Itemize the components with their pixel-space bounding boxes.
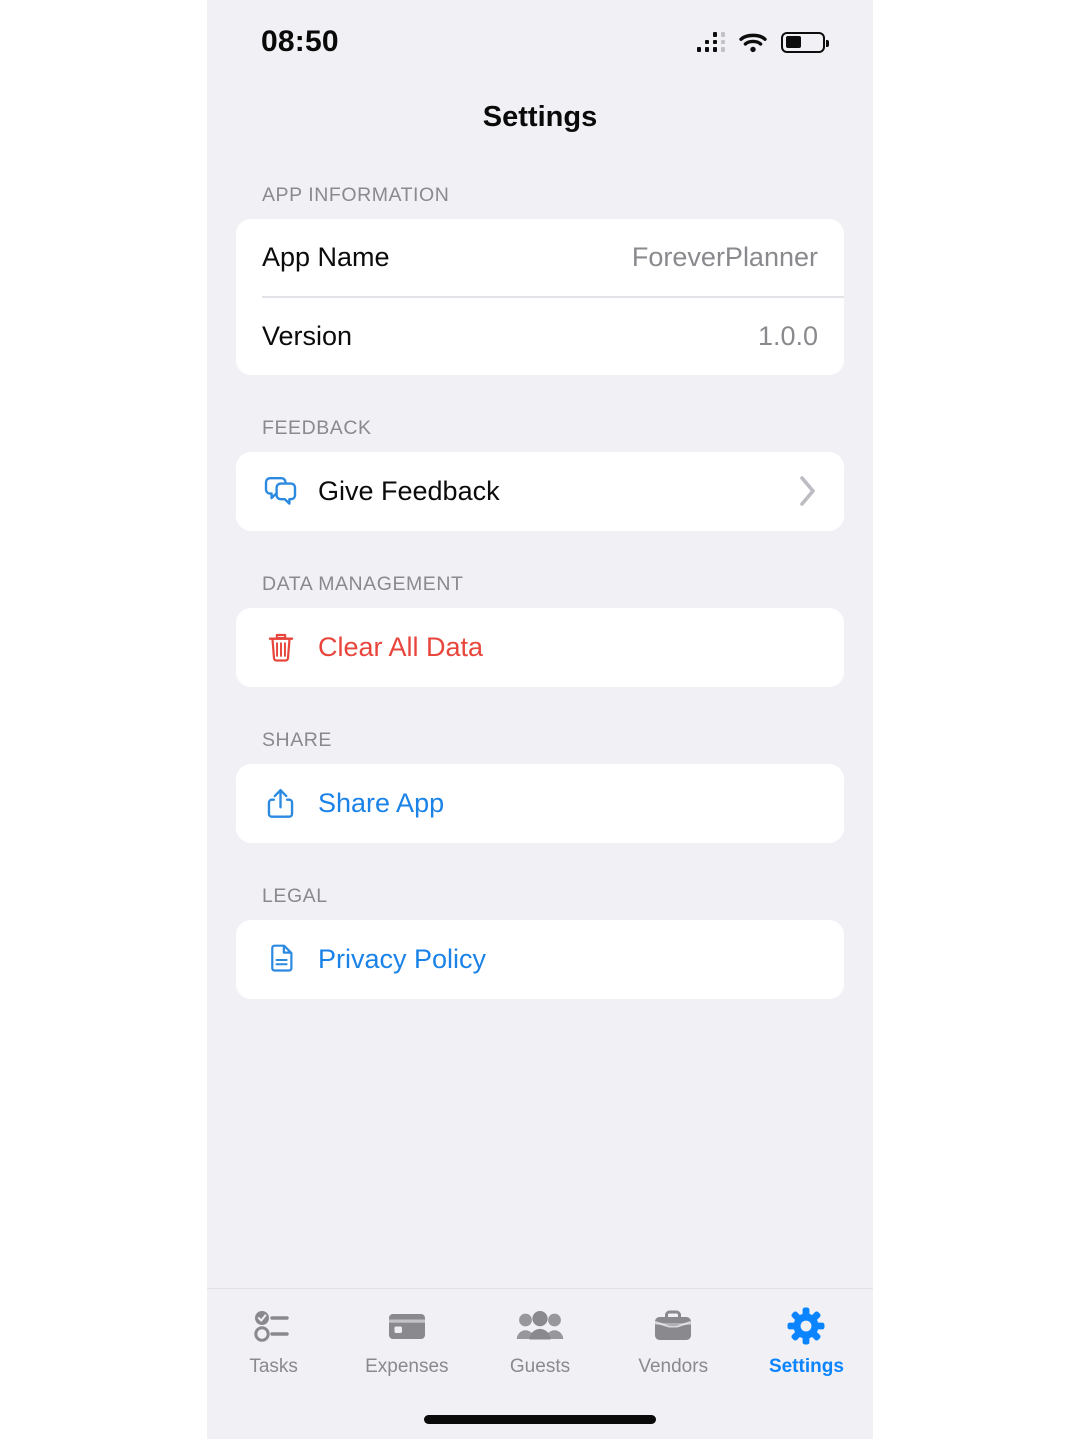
- section-header-data-management: DATA MANAGEMENT: [262, 572, 464, 595]
- card-feedback: Give Feedback: [236, 451, 844, 531]
- share-icon: [262, 785, 299, 822]
- tab-vendors[interactable]: Vendors: [607, 1305, 740, 1378]
- checklist-icon: [253, 1305, 295, 1347]
- section-header-feedback: FEEDBACK: [262, 416, 372, 439]
- section-legal: LEGAL Privacy Policy: [236, 851, 844, 999]
- section-app-information: APP INFORMATION App Name ForeverPlanner …: [236, 150, 844, 375]
- chat-bubbles-icon: [262, 473, 299, 510]
- row-app-name: App Name ForeverPlanner: [236, 219, 844, 296]
- section-header-share: SHARE: [262, 728, 332, 751]
- section-header-legal: LEGAL: [262, 884, 328, 907]
- tab-bar: Tasks Expenses Guests Vendors Settings: [207, 1288, 873, 1400]
- settings-list: APP INFORMATION App Name ForeverPlanner …: [207, 150, 873, 1288]
- tab-label-guests: Guests: [509, 1356, 571, 1377]
- section-share: SHARE Share App: [236, 695, 844, 843]
- battery-icon: [781, 31, 829, 53]
- tab-expenses[interactable]: Expenses: [340, 1305, 473, 1378]
- phone-screen: 08:50 Settings APP INFORMATION App Name …: [207, 0, 873, 1439]
- tab-settings[interactable]: Settings: [740, 1305, 873, 1378]
- give-feedback-label: Give Feedback: [318, 475, 500, 506]
- gear-icon: [786, 1305, 826, 1347]
- status-bar-icons: [696, 31, 829, 53]
- row-label-version: Version: [262, 320, 353, 351]
- give-feedback-button[interactable]: Give Feedback: [236, 452, 844, 531]
- card-app-information: App Name ForeverPlanner Version 1.0.0: [236, 219, 844, 375]
- people-group-icon: [516, 1305, 564, 1347]
- section-feedback: FEEDBACK Give Feedback: [236, 383, 844, 531]
- chevron-right-icon: [800, 476, 815, 506]
- home-indicator[interactable]: [424, 1415, 656, 1424]
- clear-all-data-button[interactable]: Clear All Data: [236, 608, 844, 687]
- card-share: Share App: [236, 763, 844, 843]
- tab-label-settings: Settings: [768, 1356, 844, 1377]
- trash-icon: [262, 629, 299, 666]
- clear-all-data-label: Clear All Data: [318, 631, 484, 662]
- card-data-management: Clear All Data: [236, 607, 844, 687]
- row-version: Version 1.0.0: [236, 298, 844, 375]
- briefcase-icon: [652, 1305, 694, 1347]
- privacy-policy-label: Privacy Policy: [318, 943, 487, 974]
- share-app-button[interactable]: Share App: [236, 764, 844, 843]
- tab-label-expenses: Expenses: [365, 1356, 449, 1377]
- home-indicator-area: [207, 1400, 873, 1439]
- tab-tasks[interactable]: Tasks: [207, 1305, 340, 1378]
- tab-guests[interactable]: Guests: [473, 1305, 606, 1378]
- card-legal: Privacy Policy: [236, 919, 844, 999]
- page-title: Settings: [482, 100, 598, 133]
- cellular-signal-icon: [696, 32, 725, 52]
- row-label-app-name: App Name: [262, 242, 390, 272]
- document-icon: [262, 941, 299, 978]
- tab-label-tasks: Tasks: [249, 1356, 298, 1377]
- tab-label-vendors: Vendors: [638, 1356, 709, 1377]
- row-value-version: 1.0.0: [757, 320, 818, 351]
- section-data-management: DATA MANAGEMENT Clear All Data: [236, 539, 844, 687]
- section-header-app-information: APP INFORMATION: [262, 184, 450, 206]
- status-bar-clock: 08:50: [261, 25, 339, 58]
- privacy-policy-button[interactable]: Privacy Policy: [236, 920, 844, 999]
- wifi-icon: [739, 33, 767, 52]
- credit-card-icon: [386, 1305, 428, 1347]
- row-value-app-name: ForeverPlanner: [631, 242, 818, 272]
- share-app-label: Share App: [318, 787, 445, 818]
- status-bar: 08:50: [207, 0, 873, 84]
